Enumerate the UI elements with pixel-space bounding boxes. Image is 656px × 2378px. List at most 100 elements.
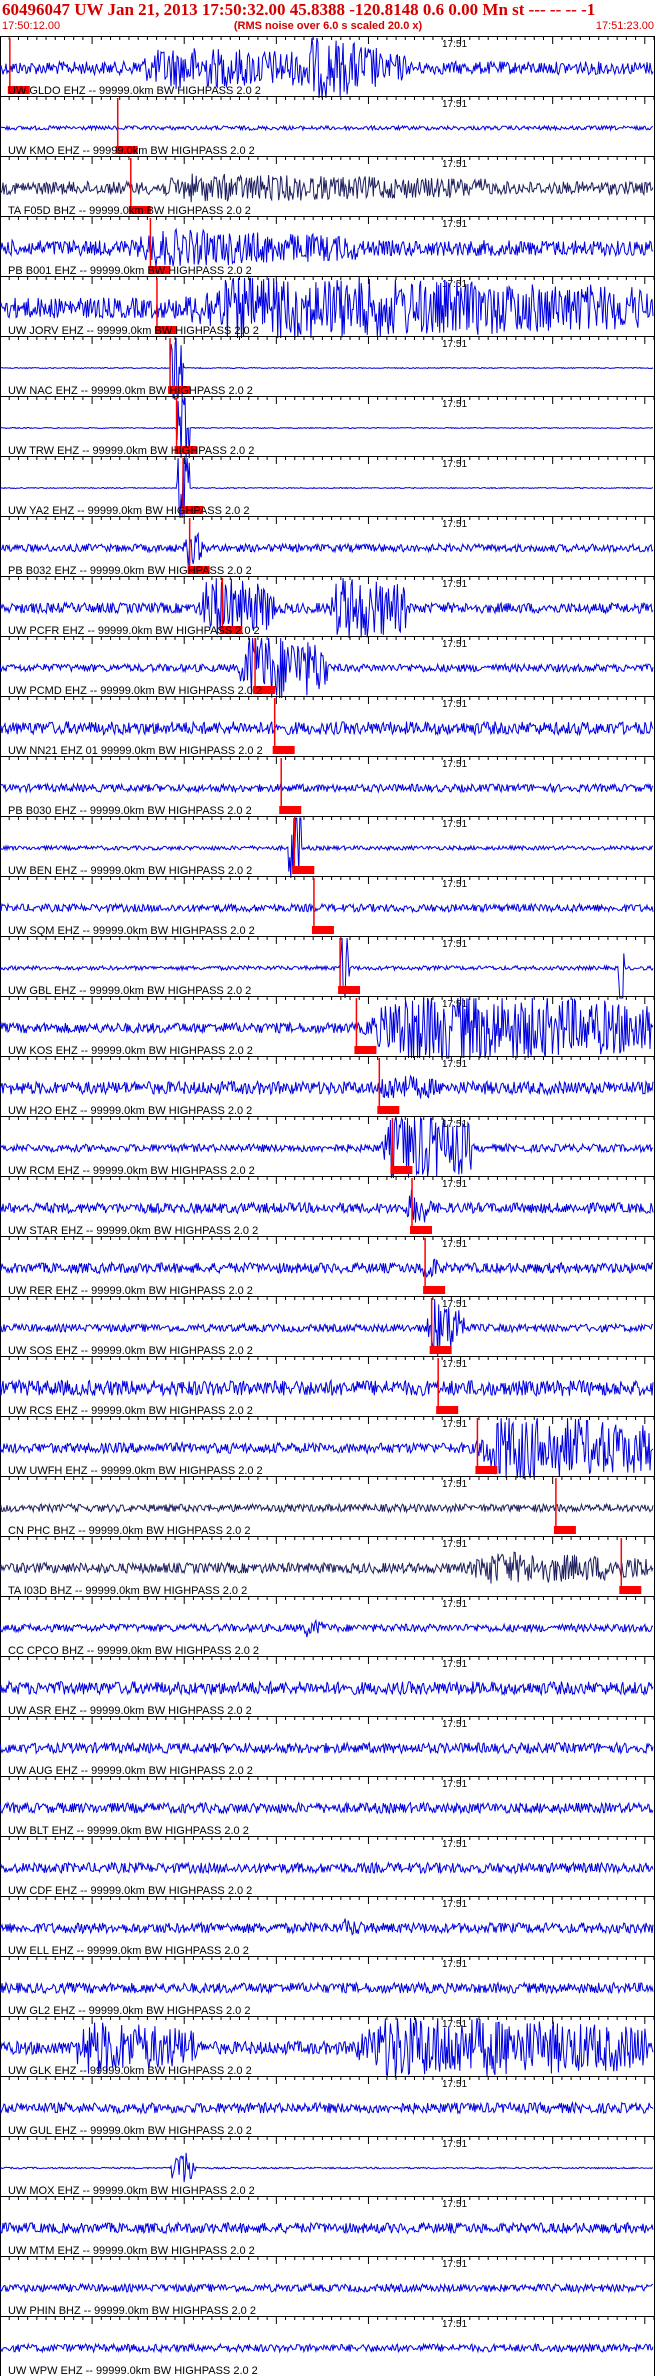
rms-note: (RMS noise over 6.0 s scaled 20.0 x) (233, 20, 423, 32)
waveform (0, 124, 654, 132)
minute-label: 17:51 (442, 1779, 467, 1790)
minute-label: 17:51 (442, 519, 467, 530)
trace-label: UW BLT EHZ -- 99999.0km BW HIGHPASS 2.0 … (8, 1825, 249, 1837)
pick-marker (410, 1226, 433, 1234)
trace-label: UW AUG EHZ -- 99999.0km BW HIGHPASS 2.0 … (8, 1765, 253, 1777)
minute-label: 17:51 (442, 699, 467, 710)
pick-marker (338, 986, 361, 994)
trace-row: 17:51 UW STAR EHZ -- 99999.0km BW HIGHPAS… (0, 1176, 655, 1237)
minute-label: 17:51 (442, 1479, 467, 1490)
trace-label: UW H2O EHZ -- 99999.0km BW HIGHPASS 2.0 … (8, 1105, 252, 1117)
trace-label: UW SQM EHZ -- 99999.0km BW HIGHPASS 2.0 … (8, 925, 255, 937)
pick-marker (475, 1466, 498, 1474)
minute-label: 17:51 (442, 2319, 467, 2330)
trace-row: 17:51 CN PHC BHZ -- 99999.0km BW HIGHPASS… (0, 1476, 655, 1537)
trace-label: TA F05D BHZ -- 99999.0km BW HIGHPASS 2.0… (8, 205, 251, 217)
trace-label: UW TRW EHZ -- 99999.0km BW HIGHPASS 2.0 … (8, 445, 254, 457)
minute-label: 17:51 (442, 159, 467, 170)
trace-row: 17:51 PB B030 EHZ -- 99999.0km BW HIGHPAS… (0, 756, 655, 817)
minute-label: 17:51 (442, 99, 467, 110)
trace-row: 17:51UW KOS EHZ -- 99999.0km BW HIGHPASS… (0, 996, 655, 1059)
trace-row: 17:51 UW YA2 EHZ -- 99999.0km BW HIGHPASS… (0, 456, 655, 519)
trace-label: UW GBL EHZ -- 99999.0km BW HIGHPASS 2.0 … (8, 985, 251, 997)
trace-label: PB B032 EHZ -- 99999.0km BW HIGHPASS 2.0… (8, 565, 252, 577)
trace-row: 17:51 UW GLK EHZ -- 99999.0km BW HIGHPASS… (0, 2016, 655, 2078)
pick-marker (311, 926, 334, 934)
minute-label: 17:51 (442, 1179, 467, 1190)
waveform (0, 1189, 654, 1223)
minute-label: 17:51 (442, 819, 467, 830)
waveform (0, 1801, 654, 1815)
pick-marker (436, 1406, 459, 1414)
trace-label: CN PHC BHZ -- 99999.0km BW HIGHPASS 2.0 … (8, 1525, 250, 1537)
trace-row: 17:51 UW CDF EHZ -- 99999.0km BW HIGHPASS… (0, 1836, 655, 1897)
waveform (0, 2152, 654, 2183)
trace-row: 17:51 UW BLT EHZ -- 99999.0km BW HIGHPASS… (0, 1776, 655, 1837)
waveform (0, 531, 654, 566)
trace-row: 17:51 UW PHIN BHZ -- 99999.0km BW HIGHPAS… (0, 2256, 655, 2317)
trace-row: 17:51 UW SQM EHZ -- 99999.0km BW HIGHPASS… (0, 876, 655, 937)
waveform (0, 2100, 654, 2116)
trace-label: UW PCMD EHZ -- 99999.0km BW HIGHPASS 2.0… (8, 685, 262, 697)
minute-label: 17:51 (442, 339, 467, 350)
minute-label: 17:51 (442, 1539, 467, 1550)
minute-label: 17:51 (442, 1719, 467, 1730)
trace-label: UW JORV EHZ -- 99999.0km BW HIGHPASS 2.0… (8, 325, 259, 337)
minute-label: 17:51 (442, 1839, 467, 1850)
waveform (0, 2221, 654, 2235)
waveform (0, 720, 654, 737)
waveform (0, 1918, 654, 1936)
trace-label: UW GLK EHZ -- 99999.0km BW HIGHPASS 2.0 … (8, 2065, 252, 2077)
end-time: 17:51:23.00 (595, 20, 654, 32)
pick-marker (553, 1526, 576, 1534)
minute-label: 17:51 (442, 1959, 467, 1970)
trace-label: UW ASR EHZ -- 99999.0km BW HIGHPASS 2.0 … (8, 1705, 252, 1717)
trace-label: PB B001 EHZ -- 99999.0km BW HIGHPASS 2.0… (8, 265, 252, 277)
trace-row: 17:51 UW UWFH EHZ -- 99999.0km BW HIGHPAS… (0, 1416, 655, 1479)
trace-label: UW ELL EHZ -- 99999.0km BW HIGHPASS 2.0 … (8, 1945, 249, 1957)
minute-label: 17:51 (442, 759, 467, 770)
waveform (0, 1258, 654, 1278)
minute-label: 17:51 (442, 1059, 467, 1070)
seismogram-plot: 17:51 UW GLDO EHZ -- 99999.0km BW HIGHPAS… (0, 36, 655, 2377)
waveform (0, 782, 654, 794)
trace-row: 17:51 UW BEN EHZ -- 99999.0km BW HIGHPASS… (0, 816, 655, 879)
pick-marker (272, 746, 295, 754)
minute-label: 17:51 (442, 219, 467, 230)
waveform (0, 1679, 654, 1697)
trace-row: 17:51 UW TRW EHZ -- 99999.0km BW HIGHPASS… (0, 396, 655, 459)
trace-row: 17:51 TA I03D BHZ -- 99999.0km BW HIGHPAS… (0, 1536, 655, 1597)
minute-label: 17:51 (442, 2079, 467, 2090)
trace-row: 17:51 UW PCMD EHZ -- 99999.0km BW HIGHPAS… (0, 636, 655, 699)
minute-label: 17:51 (442, 1899, 467, 1910)
trace-row: 17:51 UW ELL EHZ -- 99999.0km BW HIGHPASS… (0, 1896, 655, 1957)
trace-label: UW RCS EHZ -- 99999.0km BW HIGHPASS 2.0 … (8, 1405, 253, 1417)
trace-row: 17:51 PB B032 EHZ -- 99999.0km BW HIGHPAS… (0, 516, 655, 577)
minute-label: 17:51 (442, 459, 467, 470)
waveform (0, 2342, 654, 2354)
trace-label: UW NN21 EHZ 01 99999.0km BW HIGHPASS 2.0… (8, 745, 263, 757)
trace-label: UW KOS EHZ -- 99999.0km BW HIGHPASS 2.0 … (8, 1045, 253, 1057)
minute-label: 17:51 (442, 1299, 467, 1310)
trace-label: UW RER EHZ -- 99999.0km BW HIGHPASS 2.0 … (8, 1285, 253, 1297)
trace-row: 17:51 PB B001 EHZ -- 99999.0km BW HIGHPAS… (0, 216, 655, 277)
trace-label: UW MOX EHZ -- 99999.0km BW HIGHPASS 2.0 … (8, 2185, 255, 2197)
pick-marker (354, 1046, 377, 1054)
trace-row: 17:51 UW SOS EHZ -- 99999.0km BW HIGHPASS… (0, 1296, 655, 1357)
trace-row: 17:51 TA F05D BHZ -- 99999.0km BW HIGHPAS… (0, 156, 655, 217)
trace-label: UW GLDO EHZ -- 99999.0km BW HIGHPASS 2.0… (8, 85, 261, 97)
minute-label: 17:51 (442, 1659, 467, 1670)
waveform (0, 1378, 654, 1398)
trace-row: 17:51 CC CPCO BHZ -- 99999.0km BW HIGHPAS… (0, 1596, 655, 1657)
minute-label: 17:51 (442, 39, 467, 50)
minute-label: 17:51 (442, 1239, 467, 1250)
waveform (0, 173, 654, 203)
trace-row: 17:51 UW KMO EHZ -- 99999.0km BW HIGHPASS… (0, 96, 655, 157)
waveform (0, 1980, 654, 1996)
trace-label: UW SOS EHZ -- 99999.0km BW HIGHPASS 2.0 … (8, 1345, 253, 1357)
pick-marker (377, 1106, 400, 1114)
minute-label: 17:51 (442, 939, 467, 950)
trace-label: UW RCM EHZ -- 99999.0km BW HIGHPASS 2.0 … (8, 1165, 255, 1177)
minute-label: 17:51 (442, 1419, 467, 1430)
waveform (0, 1618, 654, 1638)
